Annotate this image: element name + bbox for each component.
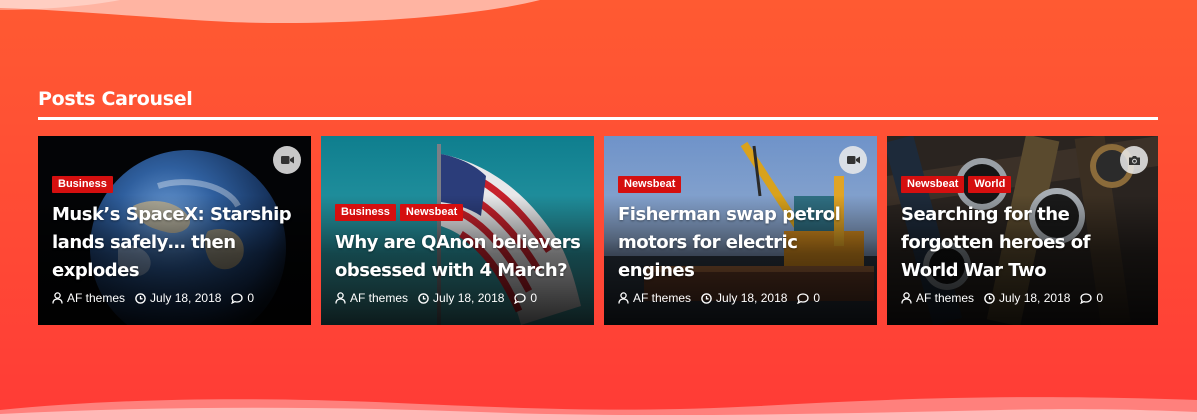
bottom-wave-decoration <box>0 397 1197 420</box>
post-meta: AF themes July 18, 2018 0 <box>618 291 867 305</box>
comment-icon <box>797 292 810 304</box>
post-date[interactable]: July 18, 2018 <box>150 291 221 305</box>
camera-icon <box>1128 155 1140 165</box>
clock-icon <box>984 292 995 304</box>
video-icon <box>846 156 860 164</box>
user-icon <box>618 292 629 304</box>
video-badge[interactable] <box>839 146 867 174</box>
post-meta: AF themes July 18, 2018 0 <box>335 291 584 305</box>
post-date[interactable]: July 18, 2018 <box>999 291 1070 305</box>
post-date[interactable]: July 18, 2018 <box>716 291 787 305</box>
posts-carousel: Business Musk’s SpaceX: Starship lands s… <box>38 136 1158 325</box>
video-badge[interactable] <box>273 146 301 174</box>
camera-badge[interactable] <box>1120 146 1148 174</box>
post-author[interactable]: AF themes <box>67 291 125 305</box>
user-icon <box>901 292 912 304</box>
category-tag[interactable]: Business <box>335 204 396 221</box>
post-author[interactable]: AF themes <box>633 291 691 305</box>
category-tag[interactable]: Business <box>52 176 113 193</box>
user-icon <box>335 292 346 304</box>
clock-icon <box>701 292 712 304</box>
comment-icon <box>1080 292 1093 304</box>
post-card[interactable]: Business Musk’s SpaceX: Starship lands s… <box>38 136 311 325</box>
comment-count[interactable]: 0 <box>1096 291 1103 305</box>
comment-icon <box>231 292 244 304</box>
category-tag[interactable]: Newsbeat <box>618 176 682 193</box>
post-title[interactable]: Searching for the forgotten heroes of Wo… <box>901 201 1148 285</box>
section-title-underline <box>38 117 1158 120</box>
clock-icon <box>135 292 146 304</box>
post-card[interactable]: Newsbeat Fisherman swap petrol motors fo… <box>604 136 877 325</box>
category-tag[interactable]: World <box>968 176 1012 193</box>
video-icon <box>280 156 294 164</box>
category-tag[interactable]: Newsbeat <box>399 204 464 221</box>
post-categories: Newsbeat <box>618 176 867 193</box>
post-title[interactable]: Fisherman swap petrol motors for electri… <box>618 201 867 285</box>
clock-icon <box>418 292 429 304</box>
post-author[interactable]: AF themes <box>916 291 974 305</box>
user-icon <box>52 292 63 304</box>
comment-count[interactable]: 0 <box>813 291 820 305</box>
top-wave-decoration <box>0 0 540 24</box>
post-meta: AF themes July 18, 2018 0 <box>52 291 301 305</box>
post-title[interactable]: Why are QAnon believers obsessed with 4 … <box>335 229 584 285</box>
category-tag[interactable]: Newsbeat <box>901 176 965 193</box>
post-meta: AF themes July 18, 2018 0 <box>901 291 1148 305</box>
comment-count[interactable]: 0 <box>247 291 254 305</box>
comment-count[interactable]: 0 <box>530 291 537 305</box>
post-title[interactable]: Musk’s SpaceX: Starship lands safely… th… <box>52 201 301 285</box>
comment-icon <box>514 292 527 304</box>
post-card[interactable]: Business Newsbeat Why are QAnon believer… <box>321 136 594 325</box>
section-title: Posts Carousel <box>38 88 193 110</box>
post-card[interactable]: Newsbeat World Searching for the forgott… <box>887 136 1158 325</box>
post-categories: Business Newsbeat <box>335 204 584 221</box>
post-categories: Newsbeat World <box>901 176 1148 193</box>
post-author[interactable]: AF themes <box>350 291 408 305</box>
post-categories: Business <box>52 176 301 193</box>
post-date[interactable]: July 18, 2018 <box>433 291 504 305</box>
